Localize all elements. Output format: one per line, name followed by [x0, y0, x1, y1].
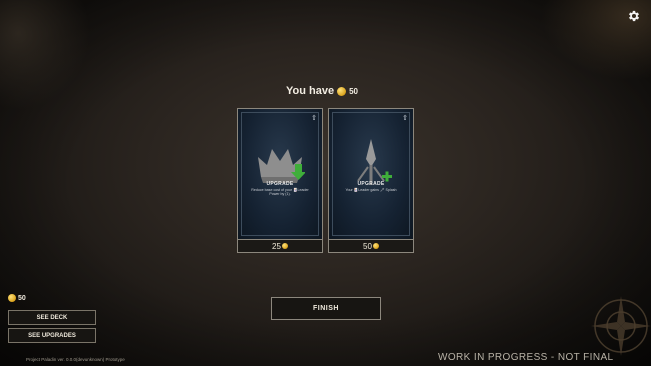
card-description: Your 🃏Leader gains 🗡 Splash — [345, 188, 397, 192]
upgrade-card-leader-splash[interactable]: ⇧ UPGRADE Your 🃏Leader gains 🗡 Splash 50 — [328, 108, 414, 253]
coin-balance-value: 50 — [349, 86, 358, 96]
crown-icon — [258, 149, 305, 183]
card-pin-icon: ⇧ — [402, 115, 408, 122]
see-deck-button[interactable]: SEE DECK — [8, 310, 96, 325]
card-price-value: 50 — [363, 241, 372, 251]
coin-icon — [337, 86, 347, 96]
card-face: ⇧ UPGRADE Reduce base cost of your 🃏Lead… — [237, 108, 323, 240]
card-pin-icon: ⇧ — [311, 115, 317, 122]
wallet-balance-value: 50 — [18, 294, 26, 302]
card-description: Reduce base cost of your 🃏Leader Power b… — [251, 188, 309, 197]
card-price-value: 25 — [272, 241, 281, 251]
card-title: UPGRADE — [266, 181, 294, 187]
compass-decoration — [591, 296, 651, 356]
coin-icon — [8, 294, 16, 302]
wallet-balance: 50 — [8, 294, 26, 302]
spear-icon — [357, 139, 392, 185]
card-face: ⇧ UPGRADE Your 🃏Leader gains 🗡 Splash — [328, 108, 414, 240]
upgrade-card-leader-power[interactable]: ⇧ UPGRADE Reduce base cost of your 🃏Lead… — [237, 108, 323, 253]
settings-gear-icon[interactable] — [627, 9, 641, 23]
background-decoration-top-left — [0, 0, 90, 110]
coin-icon — [281, 243, 288, 249]
card-price: 25 — [237, 239, 323, 253]
you-have-label: You have — [286, 85, 335, 97]
work-in-progress-watermark: WORK IN PROGRESS - NOT FINAL — [438, 352, 614, 363]
card-price: 50 — [328, 239, 414, 253]
coin-icon — [372, 243, 379, 249]
coin-balance-header: You have 50 — [286, 85, 358, 97]
see-upgrades-button[interactable]: SEE UPGRADES — [8, 328, 96, 343]
card-title: UPGRADE — [357, 181, 385, 187]
version-text: Project Paladin ver. 0.0.0(devunknown) P… — [26, 357, 125, 362]
finish-button[interactable]: FINISH — [271, 297, 381, 320]
